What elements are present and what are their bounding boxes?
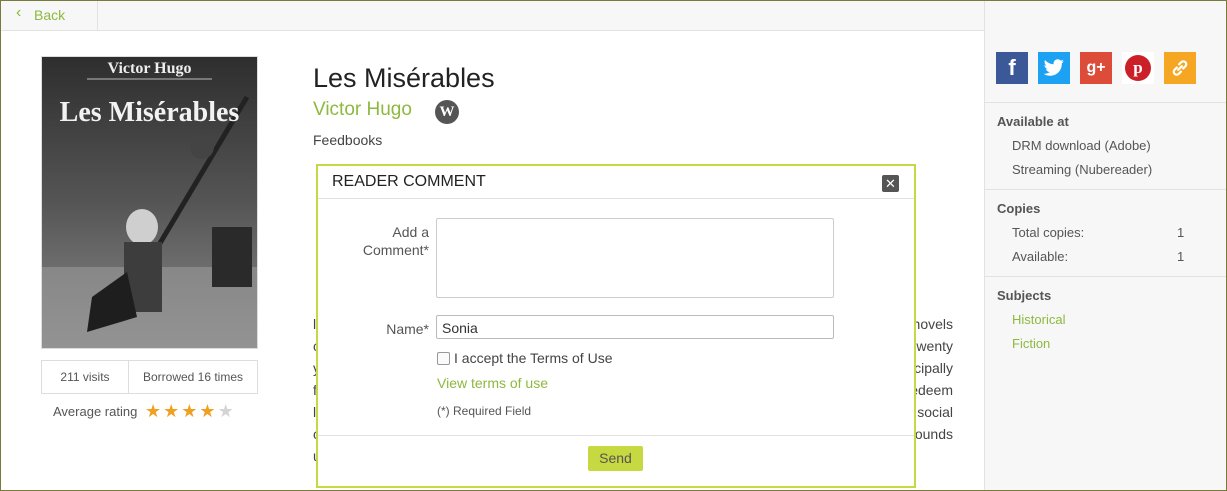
description-fragment: edeem xyxy=(910,382,953,398)
comment-label-line1: Add a xyxy=(392,224,429,240)
description-fragment: cipally xyxy=(914,360,953,376)
description-right-edge: novels wenty cipally edeem social ounds xyxy=(910,313,953,445)
pinterest-icon[interactable]: p xyxy=(1122,52,1154,84)
total-copies-label: Total copies: xyxy=(1012,225,1085,240)
visits-count: 211 visits xyxy=(42,361,129,393)
name-label: Name* xyxy=(386,321,429,337)
chevron-left-icon: ‹ xyxy=(16,4,22,21)
top-bar: ‹ Back xyxy=(1,1,984,31)
accept-terms-label: I accept the Terms of Use xyxy=(454,350,613,366)
copies-heading: Copies xyxy=(997,201,1041,216)
comment-textarea[interactable] xyxy=(436,218,834,298)
book-cover: Victor Hugo Les Misérables xyxy=(41,56,258,349)
subject-link-historical[interactable]: Historical xyxy=(1012,312,1065,327)
star-icon: ★ xyxy=(145,401,164,421)
sidebar-divider xyxy=(985,189,1226,190)
available-at-item: Streaming (Nubereader) xyxy=(1012,162,1153,177)
star-icon: ★ xyxy=(163,401,182,421)
reader-comment-modal: READER COMMENT ✕ Add a Comment* Name* So… xyxy=(316,164,916,488)
back-button[interactable]: ‹ Back xyxy=(1,1,98,30)
description-fragment: ounds xyxy=(914,426,953,442)
description-fragment: wenty xyxy=(916,338,953,354)
google-plus-icon[interactable]: g+ xyxy=(1080,52,1112,84)
borrowed-count: Borrowed 16 times xyxy=(142,370,244,384)
send-button[interactable]: Send xyxy=(588,446,643,471)
twitter-icon[interactable] xyxy=(1038,52,1070,84)
publisher: Feedbooks xyxy=(313,132,383,148)
link-icon[interactable] xyxy=(1164,52,1196,84)
right-sidebar: f g+ p Available at DRM download (Adobe)… xyxy=(984,1,1226,490)
star-icon: ★ xyxy=(199,401,218,421)
author-link[interactable]: Victor Hugo xyxy=(313,99,412,121)
wikipedia-icon[interactable]: W xyxy=(435,100,459,124)
total-copies-value: 1 xyxy=(1177,225,1185,240)
book-title: Les Misérables xyxy=(313,63,495,93)
cover-title: Les Misérables xyxy=(59,97,240,128)
description-fragment: social xyxy=(917,404,953,420)
available-copies-label: Available: xyxy=(1012,249,1069,264)
comment-label-line2: Comment* xyxy=(362,242,429,258)
sidebar-divider xyxy=(985,102,1226,103)
view-terms-link[interactable]: View terms of use xyxy=(437,375,548,391)
available-copies-value: 1 xyxy=(1177,249,1185,264)
back-label: Back xyxy=(34,7,66,23)
cover-author: Victor Hugo xyxy=(107,60,192,77)
sidebar-divider xyxy=(985,276,1226,277)
available-at-item: DRM download (Adobe) xyxy=(1012,138,1151,153)
close-icon[interactable]: ✕ xyxy=(882,175,899,192)
facebook-icon[interactable]: f xyxy=(996,52,1028,84)
subject-link-fiction[interactable]: Fiction xyxy=(1012,336,1050,351)
modal-footer-divider xyxy=(318,435,914,436)
rating-label: Average rating xyxy=(53,404,138,419)
required-field-note: (*) Required Field xyxy=(437,404,532,418)
modal-divider xyxy=(318,198,914,199)
comment-label: Add a Comment* xyxy=(363,223,429,259)
modal-title: READER COMMENT xyxy=(332,173,486,190)
name-input[interactable]: Sonia xyxy=(436,315,834,339)
page-frame: ‹ Back Victor Hugo Les Misérables 211 vi… xyxy=(0,0,1227,491)
rating-stars: ★★★★★ xyxy=(145,401,236,422)
book-stats: 211 visits Borrowed 16 times xyxy=(41,360,258,394)
description-fragment: novels xyxy=(912,316,953,332)
accept-terms-checkbox[interactable] xyxy=(437,352,450,365)
subjects-heading: Subjects xyxy=(997,288,1052,303)
star-icon: ★ xyxy=(181,401,200,421)
star-empty-icon: ★ xyxy=(217,401,236,421)
available-at-heading: Available at xyxy=(997,114,1069,129)
